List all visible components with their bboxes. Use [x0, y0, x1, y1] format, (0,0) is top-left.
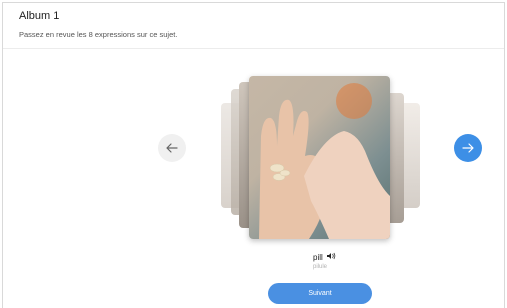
album-header: Album 1 Passez en revue les 8 expression…: [3, 3, 504, 49]
speaker-icon[interactable]: [326, 252, 336, 262]
previous-card-button[interactable]: [158, 134, 186, 162]
page-title: Album 1: [19, 10, 60, 22]
next-button[interactable]: Suivant: [268, 283, 372, 304]
next-card-button[interactable]: [454, 134, 482, 162]
word-row: pill: [313, 252, 336, 262]
arrow-right-icon: [462, 143, 474, 153]
page-subtitle: Passez en revue les 8 expressions sur ce…: [19, 30, 178, 39]
flashcard-word: pill: [313, 252, 323, 262]
arrow-left-icon: [166, 143, 178, 153]
flashcard-translation: pilule: [313, 264, 328, 270]
flashcard-image[interactable]: [249, 76, 390, 239]
pill-photo: [259, 83, 390, 239]
